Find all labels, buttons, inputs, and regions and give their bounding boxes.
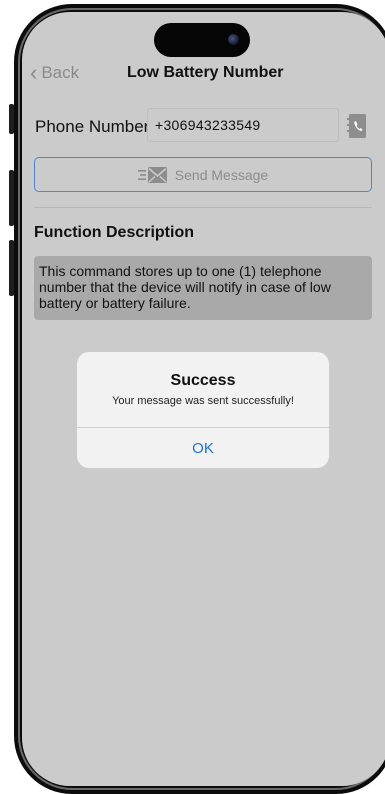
page-title: Low Battery Number xyxy=(127,64,284,81)
send-message-button[interactable]: Send Message xyxy=(34,157,372,192)
divider xyxy=(34,207,372,208)
back-label: Back xyxy=(41,63,80,82)
alert-message: Your message was sent successfully! xyxy=(112,395,294,407)
dynamic-island xyxy=(154,23,250,57)
phone-number-input[interactable]: +306943233549 xyxy=(147,108,339,142)
alert-ok-label: OK xyxy=(192,439,214,457)
function-description-heading: Function Description xyxy=(34,224,194,241)
phone-number-value: +306943233549 xyxy=(155,117,261,133)
function-description-text: This command stores up to one (1) teleph… xyxy=(39,263,331,311)
function-description-box: This command stores up to one (1) teleph… xyxy=(34,256,372,320)
phone-number-label: Phone Number xyxy=(35,117,150,136)
contact-book-icon[interactable] xyxy=(346,113,368,139)
alert-ok-button[interactable]: OK xyxy=(77,428,329,468)
envelope-icon xyxy=(137,166,167,183)
alert-title: Success xyxy=(170,372,236,389)
success-alert: Success Your message was sent successful… xyxy=(77,352,329,468)
chevron-left-icon: ‹ xyxy=(30,60,38,85)
send-message-label: Send Message xyxy=(174,166,269,183)
back-button[interactable]: ‹ Back xyxy=(30,62,79,84)
camera-icon xyxy=(228,34,239,45)
